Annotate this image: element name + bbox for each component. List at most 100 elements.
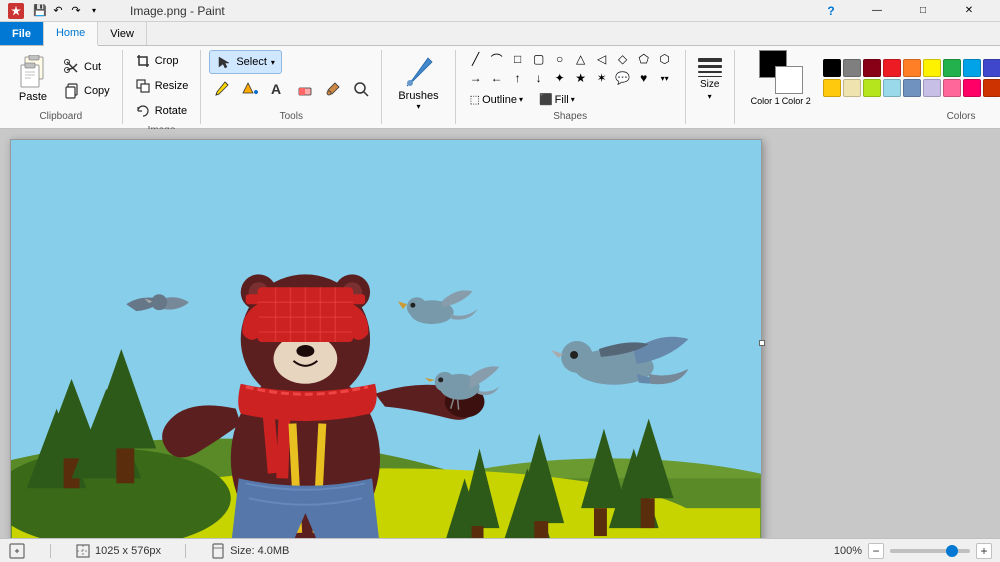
tab-file[interactable]: File — [0, 22, 44, 45]
size-line-1 — [698, 58, 722, 62]
colors-group-content: Color 1 Color 2 — [743, 50, 1000, 108]
pencil-tool[interactable] — [209, 77, 233, 101]
color-swatch-16[interactable] — [863, 79, 881, 97]
shape-star5[interactable]: ★ — [571, 69, 591, 87]
color-swatch-14[interactable] — [823, 79, 841, 97]
shape-heart[interactable]: ♥ — [634, 69, 654, 87]
shape-arrow-u[interactable]: ↑ — [508, 69, 528, 87]
shape-roundrect[interactable]: ▢ — [529, 50, 549, 68]
color-swatch-6[interactable] — [943, 59, 961, 77]
title-bar: 💾 ↶ ↷ ▾ Image.png - Paint ? — □ ✕ — [0, 0, 1000, 22]
tab-home[interactable]: Home — [44, 22, 98, 46]
resize-button[interactable]: Resize — [131, 75, 193, 97]
resize-handle-right[interactable] — [759, 340, 765, 346]
copy-label: Copy — [84, 85, 110, 97]
size-label: Size — [700, 79, 719, 90]
painting — [11, 140, 761, 538]
zoom-slider[interactable] — [890, 549, 970, 553]
paste-button[interactable]: Paste — [8, 51, 58, 107]
status-sep1 — [50, 544, 51, 558]
canvas-container[interactable] — [0, 129, 1000, 538]
shape-more[interactable]: ▾▾ — [655, 69, 675, 87]
color-swatch-8[interactable] — [983, 59, 1000, 77]
cut-label: Cut — [84, 61, 101, 73]
eraser-tool[interactable] — [293, 77, 317, 101]
zoom-thumb[interactable] — [946, 545, 958, 557]
color-swatch-15[interactable] — [843, 79, 861, 97]
color-swatch-1[interactable] — [843, 59, 861, 77]
brushes-button[interactable]: Brushes ▾ — [390, 50, 446, 115]
clipboard-small-btns: Cut Copy — [60, 56, 114, 102]
shape-hexagon[interactable]: ⬡ — [655, 50, 675, 68]
text-tool[interactable]: A — [265, 77, 289, 101]
color2-label: Color 2 — [782, 96, 811, 106]
tab-view[interactable]: View — [98, 22, 147, 45]
color-swatch-18[interactable] — [903, 79, 921, 97]
help-btn[interactable]: ? — [808, 0, 854, 22]
size-button[interactable]: Size ▾ — [694, 54, 726, 105]
shape-rect[interactable]: □ — [508, 50, 528, 68]
close-btn[interactable]: ✕ — [946, 0, 992, 22]
rotate-icon — [135, 103, 151, 119]
color-swatch-3[interactable] — [883, 59, 901, 77]
select-button[interactable]: Select ▾ — [209, 50, 282, 74]
undo-quick-btn[interactable]: ↶ — [50, 3, 66, 19]
crop-button[interactable]: Crop — [131, 50, 183, 72]
redo-quick-btn[interactable]: ↷ — [68, 3, 84, 19]
save-quick-btn[interactable]: 💾 — [32, 3, 48, 19]
brushes-group: Brushes ▾ . — [382, 50, 455, 124]
fill-dropdown[interactable]: ⬛ Fill ▾ — [535, 91, 579, 108]
shape-arrow-d[interactable]: ↓ — [529, 69, 549, 87]
color-swatch-0[interactable] — [823, 59, 841, 77]
minimize-btn[interactable]: — — [854, 0, 900, 22]
color-swatch-22[interactable] — [983, 79, 1000, 97]
size-group: Size ▾ . — [686, 50, 735, 124]
shape-diamond[interactable]: ◇ — [613, 50, 633, 68]
shape-ellipse[interactable]: ○ — [550, 50, 570, 68]
size-lines — [698, 58, 722, 77]
color-swatch-5[interactable] — [923, 59, 941, 77]
status-bar: 1025 x 576px Size: 4.0MB 100% − + — [0, 538, 1000, 562]
copy-button[interactable]: Copy — [60, 80, 114, 102]
shape-line[interactable]: ╱ — [466, 50, 486, 68]
color-swatch-20[interactable] — [943, 79, 961, 97]
shape-rtriangle[interactable]: ◁ — [592, 50, 612, 68]
shape-pentagon[interactable]: ⬠ — [634, 50, 654, 68]
color-swatch-17[interactable] — [883, 79, 901, 97]
color-swatch-7[interactable] — [963, 59, 981, 77]
select-label: Select — [236, 56, 267, 68]
magnify-tool[interactable] — [349, 77, 373, 101]
cut-button[interactable]: Cut — [60, 56, 114, 78]
color-swatch-21[interactable] — [963, 79, 981, 97]
shape-arrow-l[interactable]: ← — [487, 69, 507, 87]
shape-triangle[interactable]: △ — [571, 50, 591, 68]
shapes-label: Shapes — [553, 108, 587, 124]
shape-curve[interactable]: ⌒ — [487, 50, 507, 68]
rotate-label: Rotate — [155, 105, 187, 117]
resize-label: Resize — [155, 80, 189, 92]
shape-callout[interactable]: 💬 — [613, 69, 633, 87]
color2-box[interactable] — [775, 66, 803, 94]
rotate-button[interactable]: Rotate — [131, 100, 191, 122]
size-group-label: . — [708, 108, 711, 124]
shape-star6[interactable]: ✶ — [592, 69, 612, 87]
dimensions-text: 1025 x 576px — [95, 545, 161, 557]
outline-dropdown[interactable]: ⬚ Outline ▾ — [466, 91, 527, 108]
picker-tool[interactable] — [321, 77, 345, 101]
paste-label: Paste — [19, 91, 47, 103]
fill-tool[interactable] — [237, 77, 261, 101]
shape-star4[interactable]: ✦ — [550, 69, 570, 87]
color-swatch-19[interactable] — [923, 79, 941, 97]
maximize-btn[interactable]: □ — [900, 0, 946, 22]
zoom-out-btn[interactable]: − — [868, 543, 884, 559]
image-group-content: Crop Resize Rotate — [131, 50, 193, 122]
customize-quick-btn[interactable]: ▾ — [86, 3, 102, 19]
zoom-in-btn[interactable]: + — [976, 543, 992, 559]
shape-arrow-r[interactable]: → — [466, 69, 486, 87]
canvas[interactable] — [10, 139, 762, 538]
color-swatch-2[interactable] — [863, 59, 881, 77]
app-icon — [8, 3, 24, 19]
shapes-group-content: ╱ ⌒ □ ▢ ○ △ ◁ ◇ ⬠ ⬡ → ← ↑ ↓ ✦ ★ ✶ — [466, 50, 675, 108]
svg-text:A: A — [271, 81, 281, 97]
color-swatch-4[interactable] — [903, 59, 921, 77]
